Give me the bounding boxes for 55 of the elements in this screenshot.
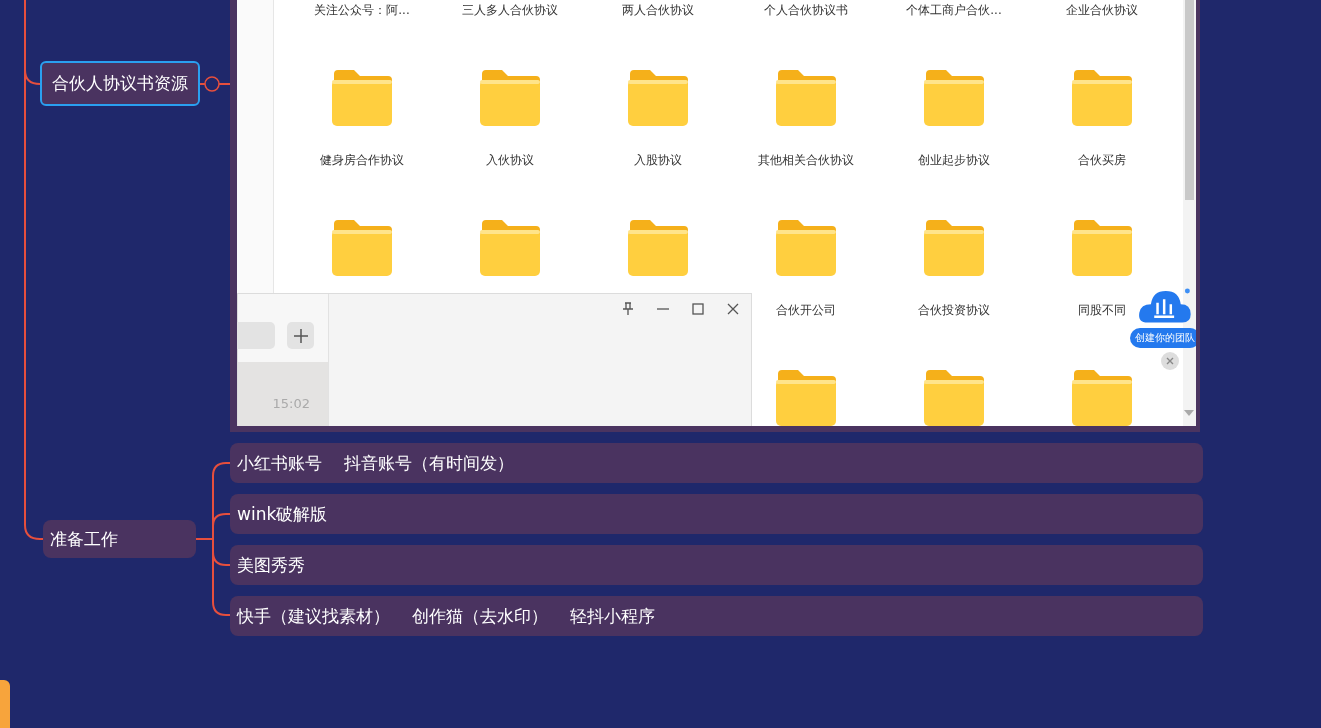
topic-node[interactable]: wink破解版: [230, 494, 1203, 534]
folder-icon[interactable]: [330, 218, 394, 278]
folder-label: 关注公众号：阿...: [314, 1, 410, 19]
topic-text: 抖音账号（有时间发）: [344, 451, 514, 475]
topic-text: 小红书账号: [237, 451, 322, 475]
folder-icon[interactable]: [478, 68, 542, 128]
folder-icon[interactable]: [330, 68, 394, 128]
topic-text: 创作猫（去水印）: [412, 604, 548, 628]
maximize-icon[interactable]: [692, 303, 704, 315]
folder-label: 入伙协议: [486, 151, 534, 169]
folder-label: 个人合伙协议书: [764, 1, 848, 19]
topic-node[interactable]: 小红书账号 抖音账号（有时间发）: [230, 443, 1203, 483]
folder-label: 合伙投资协议: [918, 301, 990, 319]
folder-icon[interactable]: [774, 218, 838, 278]
folder-label: 企业合伙协议: [1066, 1, 1138, 19]
pin-icon[interactable]: [622, 302, 634, 316]
folder-label: 个体工商户合伙...: [906, 1, 1002, 19]
folder-icon[interactable]: [922, 68, 986, 128]
close-icon[interactable]: [727, 303, 739, 315]
folder-icon[interactable]: [774, 68, 838, 128]
topic-node[interactable]: 快手（建议找素材） 创作猫（去水印） 轻抖小程序: [230, 596, 1203, 636]
folder-label: 合伙开公司: [776, 301, 836, 319]
folder-icon[interactable]: [1070, 368, 1134, 426]
folder-icon[interactable]: [1070, 218, 1134, 278]
folder-label: 健身房合作协议: [320, 151, 404, 169]
folder-icon[interactable]: [478, 218, 542, 278]
close-icon[interactable]: [1161, 352, 1179, 370]
cloud-icon[interactable]: [1136, 286, 1194, 326]
folder-label: 同股不同: [1078, 301, 1126, 319]
topic-text: 快手（建议找素材）: [237, 604, 390, 628]
folder-icon[interactable]: [626, 68, 690, 128]
folder-icon[interactable]: [774, 368, 838, 426]
side-tab[interactable]: [0, 680, 10, 728]
topic-node[interactable]: 合伙人协议书资源: [40, 61, 200, 106]
folder-label: 创业起步协议: [918, 151, 990, 169]
topic-text: wink破解版: [237, 502, 328, 526]
folder-icon[interactable]: [922, 368, 986, 426]
folder-label: 三人多人合伙协议: [462, 1, 558, 19]
folder-icon[interactable]: [922, 218, 986, 278]
plus-icon: [293, 328, 308, 343]
folder-icon[interactable]: [626, 218, 690, 278]
folder-label: 合伙买房: [1078, 151, 1126, 169]
message-time: 15:02: [272, 396, 310, 411]
folder-icon[interactable]: [1070, 68, 1134, 128]
topic-text: 轻抖小程序: [570, 604, 655, 628]
topic-text: 美图秀秀: [237, 553, 305, 577]
add-button[interactable]: [287, 322, 314, 349]
team-button[interactable]: 创建你的团队: [1130, 328, 1196, 348]
folder-label: 入股协议: [634, 151, 682, 169]
folder-label: 其他相关合伙协议: [758, 151, 854, 169]
folder-label: 两人合伙协议: [622, 1, 694, 19]
topic-node[interactable]: 准备工作: [43, 520, 196, 558]
scroll-down-icon[interactable]: [1184, 410, 1194, 416]
topic-node[interactable]: 美图秀秀: [230, 545, 1203, 585]
search-field[interactable]: [237, 322, 275, 349]
